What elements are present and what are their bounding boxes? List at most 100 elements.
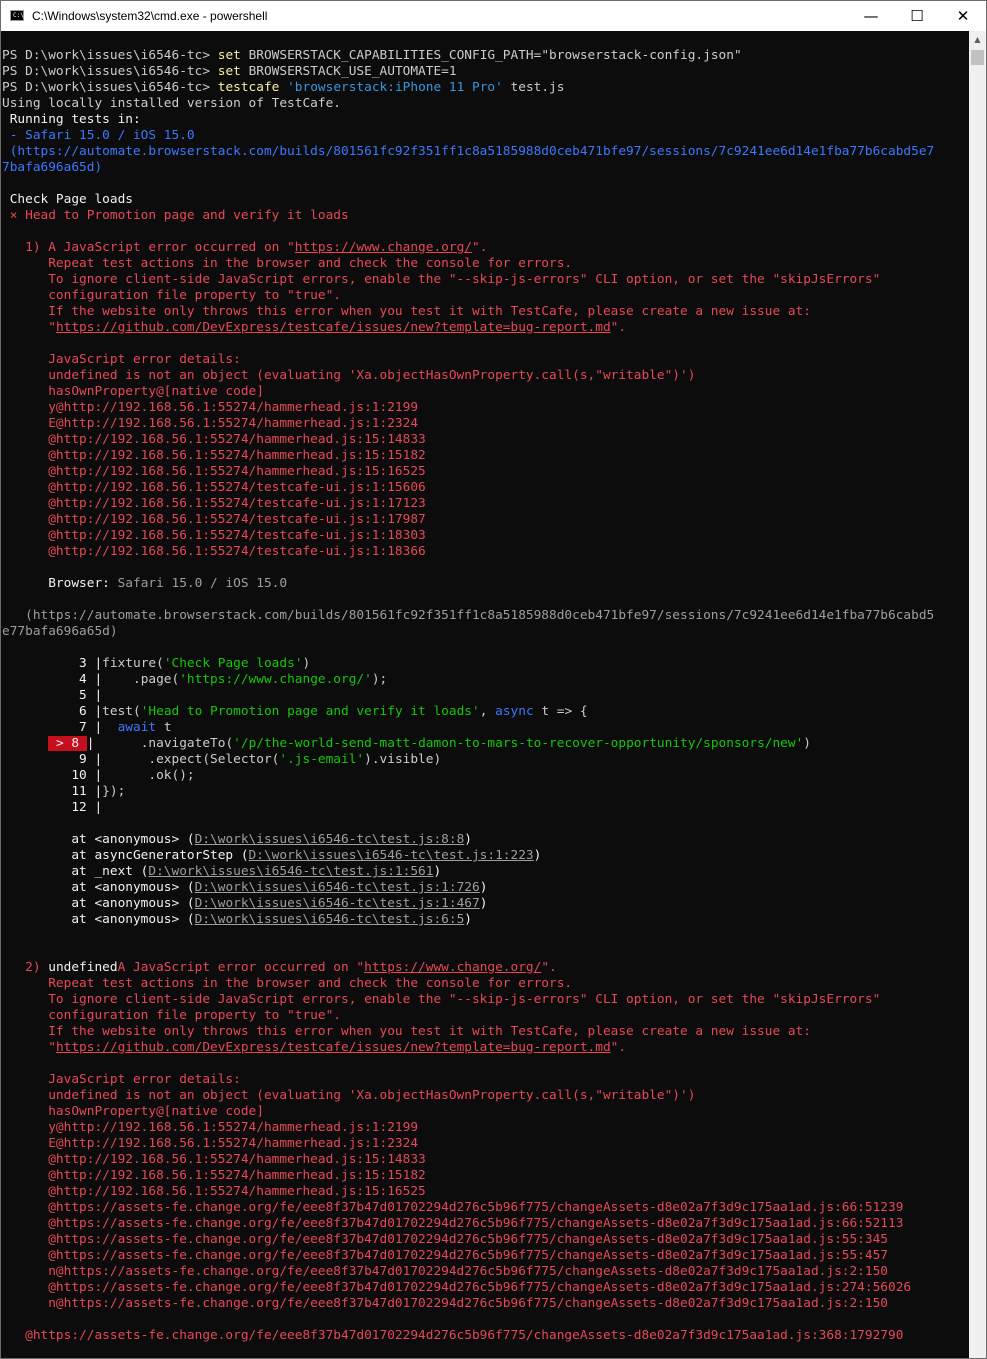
console-text: " [2, 320, 56, 335]
console-text: https://github.com/DevExpress/testcafe/i… [55, 1040, 611, 1055]
console-text: × Head to Promotion page and verify it l… [2, 208, 349, 223]
minimize-button[interactable]: — [848, 1, 894, 31]
console-text: BROWSERSTACK_CAPABILITIES_CONFIG_PATH="b… [240, 48, 742, 63]
console-text: > 8 [48, 736, 87, 751]
console-text: @http://192.168.56.1:55274/testcafe-ui.j… [2, 480, 426, 495]
console-window: C:\ C:\Windows\system32\cmd.exe - powers… [0, 0, 987, 1359]
console-text: 4 | [2, 672, 103, 687]
console-text: PS D:\work\issues\i6546-tc> [2, 64, 218, 79]
console-line: Browser: Safari 15.0 / iOS 15.0 [2, 576, 287, 592]
console-text: PS D:\work\issues\i6546-tc> [2, 80, 218, 95]
console-line: at asyncGeneratorStep (D:\work\issues\i6… [2, 848, 541, 864]
console-text: Running tests in: [2, 112, 141, 127]
console-text: D:\work\issues\i6546-tc\test.js:8:8 [194, 832, 465, 847]
console-line: (https://automate.browserstack.com/build… [2, 144, 935, 160]
console-line: at <anonymous> (D:\work\issues\i6546-tc\… [2, 832, 472, 848]
console-text: If the website only throws this error wh… [2, 304, 811, 319]
console-text: - Safari 15.0 / iOS 15.0 [2, 128, 195, 143]
console-text: '.js-email' [279, 752, 365, 767]
console-text: D:\work\issues\i6546-tc\test.js:6:5 [194, 912, 465, 927]
console-text: 12 | [2, 800, 103, 815]
console-text: }); [102, 784, 126, 799]
console-line: n@https://assets-fe.change.org/fe/eee8f3… [2, 1296, 888, 1312]
console-line: @https://assets-fe.change.org/fe/eee8f37… [2, 1328, 903, 1344]
console-text: @http://192.168.56.1:55274/testcafe-ui.j… [2, 496, 426, 511]
console-text: @http://192.168.56.1:55274/testcafe-ui.j… [2, 512, 426, 527]
console-line: Running tests in: [2, 112, 141, 128]
console-text: testcafe [217, 80, 280, 95]
console-line: Using locally installed version of TestC… [2, 96, 341, 112]
console-text: t => { [533, 704, 588, 719]
console-text: Using locally installed version of TestC… [2, 96, 341, 111]
console-text: " [2, 1040, 56, 1055]
console-text: ". [541, 960, 557, 975]
console-text: ) [433, 864, 442, 879]
scrollbar-thumb[interactable] [971, 50, 984, 65]
console-text: ) [479, 896, 488, 911]
console-line: @https://assets-fe.change.org/fe/eee8f37… [2, 1232, 888, 1248]
console-line: 7 | await t [2, 720, 172, 736]
console-line: at <anonymous> (D:\work\issues\i6546-tc\… [2, 880, 487, 896]
console-text: @http://192.168.56.1:55274/testcafe-ui.j… [2, 528, 426, 543]
console-line: 10 | .ok(); [2, 768, 194, 784]
console-text: ". [610, 320, 627, 335]
console-line: E@http://192.168.56.1:55274/hammerhead.j… [2, 1136, 418, 1152]
console-text: at _next ( [2, 864, 149, 879]
console-text: , [479, 704, 496, 719]
console-text: test( [102, 704, 141, 719]
console-line: @http://192.168.56.1:55274/testcafe-ui.j… [2, 544, 426, 560]
console-text: ) [302, 656, 311, 671]
console-text: e77bafa696a65d) [2, 624, 118, 639]
title-bar[interactable]: C:\ C:\Windows\system32\cmd.exe - powers… [1, 1, 986, 31]
console-line: 11 |}); [2, 784, 125, 800]
console-text: @https://assets-fe.change.org/fe/eee8f37… [2, 1280, 912, 1295]
console-line: at _next (D:\work\issues\i6546-tc\test.j… [2, 864, 441, 880]
console-line: 1) A JavaScript error occurred on "https… [2, 240, 487, 256]
console-output[interactable]: PS D:\work\issues\i6546-tc> set BROWSERS… [1, 31, 969, 1358]
console-line: @http://192.168.56.1:55274/hammerhead.js… [2, 1168, 426, 1184]
console-text: (https://automate.browserstack.com/build… [2, 608, 935, 623]
console-text: JavaScript error details: [2, 1072, 241, 1087]
console-line: undefined is not an object (evaluating '… [2, 1088, 695, 1104]
console-text: @https://assets-fe.change.org/fe/eee8f37… [2, 1216, 904, 1231]
console-text: 5 | [2, 688, 103, 703]
console-line: y@http://192.168.56.1:55274/hammerhead.j… [2, 1120, 418, 1136]
scroll-up-arrow-icon[interactable]: ▲ [969, 31, 986, 48]
console-text: @http://192.168.56.1:55274/hammerhead.js… [2, 1152, 426, 1167]
console-line: undefined is not an object (evaluating '… [2, 368, 695, 384]
console-line: configuration file property to "true". [2, 1008, 341, 1024]
console-text: @https://assets-fe.change.org/fe/eee8f37… [2, 1328, 904, 1343]
console-text: 9 | [2, 752, 103, 767]
close-button[interactable]: ✕ [940, 1, 986, 31]
vertical-scrollbar[interactable]: ▲ [969, 31, 986, 1358]
console-text: ) [479, 880, 488, 895]
cmd-icon: C:\ [10, 10, 24, 21]
console-text: .page( [102, 672, 180, 687]
console-text: @http://192.168.56.1:55274/hammerhead.js… [2, 432, 426, 447]
window-title: C:\Windows\system32\cmd.exe - powershell [32, 9, 268, 23]
console-text: configuration file property to "true". [2, 1008, 341, 1023]
maximize-button[interactable]: ☐ [894, 1, 940, 31]
console-text: A JavaScript error occurred on " [117, 960, 365, 975]
console-text: https://www.change.org/ [364, 960, 542, 975]
console-line: @http://192.168.56.1:55274/hammerhead.js… [2, 432, 426, 448]
console-line: Check Page loads [2, 192, 133, 208]
console-text: @http://192.168.56.1:55274/hammerhead.js… [2, 448, 426, 463]
console-text: ) [464, 832, 472, 847]
console-text: ". [471, 240, 488, 255]
console-line: @http://192.168.56.1:55274/testcafe-ui.j… [2, 528, 426, 544]
console-line: "https://github.com/DevExpress/testcafe/… [2, 1040, 626, 1056]
console-text: 1) A JavaScript error occurred on " [2, 240, 295, 255]
console-line: @https://assets-fe.change.org/fe/eee8f37… [2, 1280, 911, 1296]
console-text: set [217, 48, 241, 63]
console-line: @http://192.168.56.1:55274/testcafe-ui.j… [2, 480, 426, 496]
console-line: (https://automate.browserstack.com/build… [2, 608, 934, 624]
console-text: D:\work\issues\i6546-tc\test.js:1:726 [194, 880, 480, 895]
console-line: 7bafa696a65d) [2, 160, 102, 176]
console-text: await [117, 720, 157, 735]
console-line: PS D:\work\issues\i6546-tc> set BROWSERS… [2, 48, 742, 64]
console-line: 3 |fixture('Check Page loads') [2, 656, 310, 672]
console-line: at <anonymous> (D:\work\issues\i6546-tc\… [2, 896, 487, 912]
console-line: - Safari 15.0 / iOS 15.0 [2, 128, 195, 144]
